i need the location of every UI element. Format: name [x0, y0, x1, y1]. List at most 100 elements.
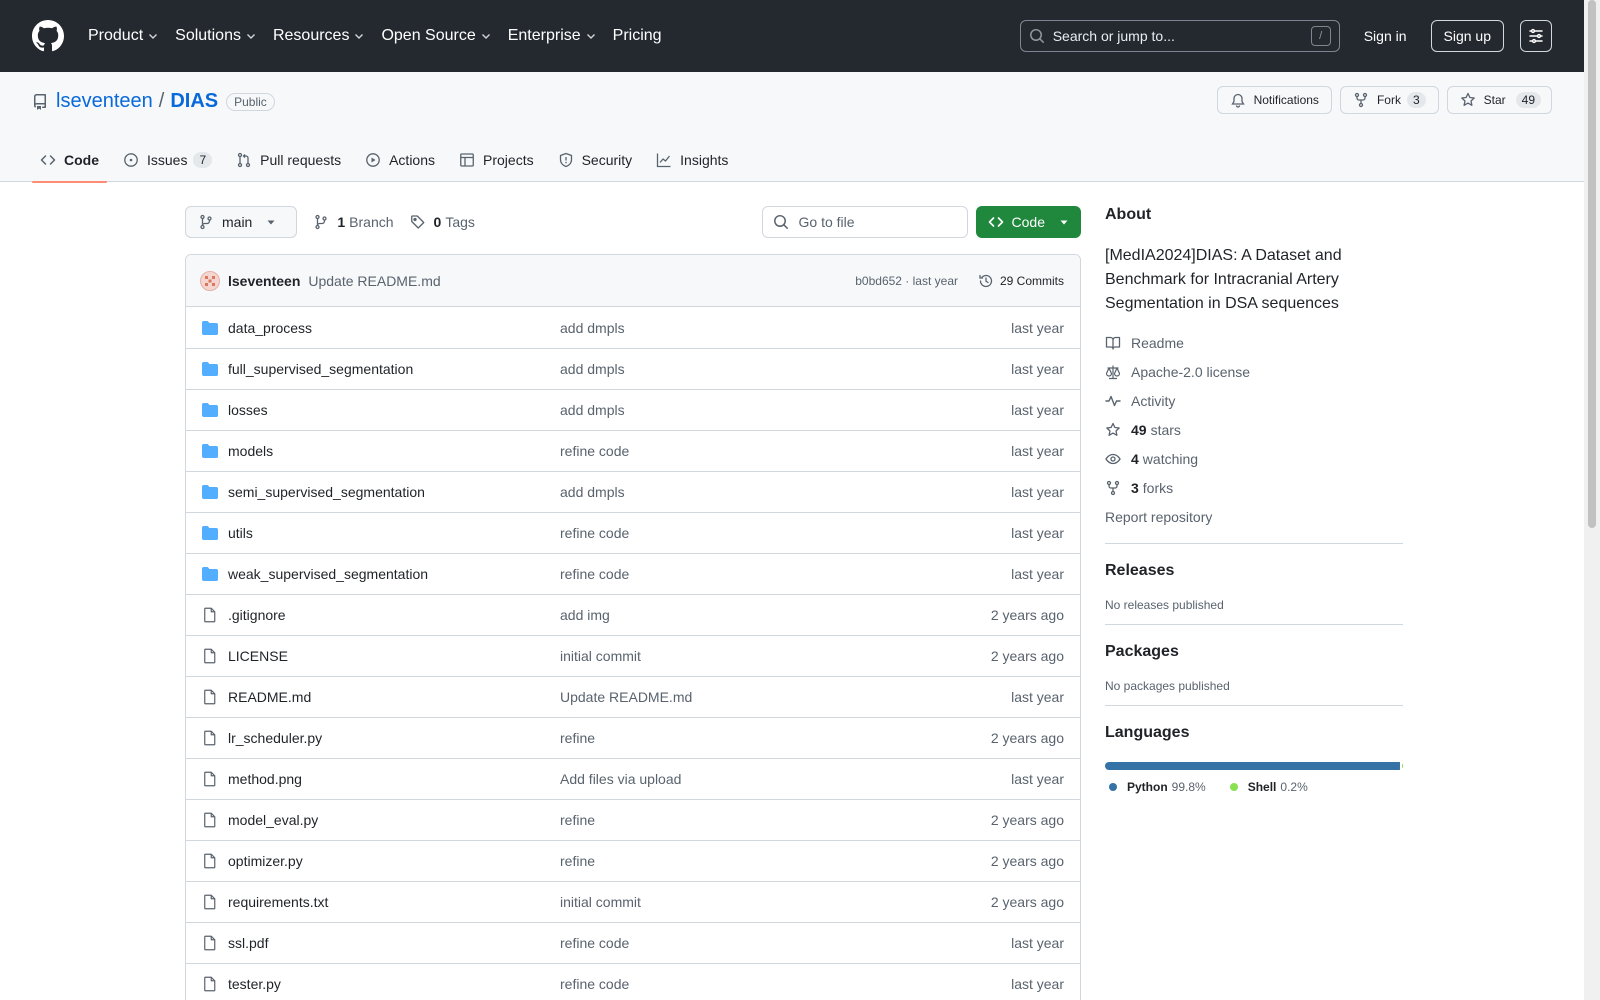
scrollbar-thumb[interactable] — [1588, 0, 1596, 528]
commit-message-link[interactable]: refine code — [560, 443, 629, 459]
commit-message-link[interactable]: refine — [560, 812, 595, 828]
file-icon — [204, 607, 216, 623]
global-nav-enterprise[interactable]: Enterprise — [508, 27, 597, 45]
directory-link[interactable]: losses — [228, 402, 560, 418]
global-nav-product[interactable]: Product — [88, 27, 159, 45]
tab-projects[interactable]: Projects — [451, 138, 542, 182]
language-legend: Python 99.8% Shell 0.2% — [1105, 780, 1403, 794]
code-download-button[interactable]: Code — [975, 206, 1081, 238]
tag-count: 0 — [433, 214, 442, 230]
notifications-button[interactable]: Notifications — [1216, 86, 1332, 114]
commit-message-cell: refine code — [560, 935, 1011, 951]
global-nav-label: Solutions — [175, 27, 241, 44]
commit-message-link[interactable]: initial commit — [560, 648, 641, 664]
global-nav-solutions[interactable]: Solutions — [175, 27, 257, 45]
commits-history-link[interactable]: 29 Commits — [978, 273, 1064, 289]
notifications-label: Notifications — [1253, 93, 1319, 107]
about-link-readme[interactable]: Readme — [1105, 328, 1403, 357]
commit-date: 2 years ago — [990, 648, 1064, 664]
tab-label: Pull requests — [260, 152, 342, 168]
file-link[interactable]: ssl.pdf — [228, 935, 560, 951]
global-nav-open-source[interactable]: Open Source — [381, 27, 491, 45]
commit-message-link[interactable]: add img — [560, 607, 610, 623]
commit-message-cell: add img — [560, 607, 991, 623]
commit-message-link[interactable]: refine code — [560, 525, 629, 541]
about-link-apache-2-0-license[interactable]: Apache-2.0 license — [1105, 357, 1403, 386]
file-link[interactable]: method.png — [228, 771, 560, 787]
chevron-down-icon — [246, 34, 255, 39]
file-link[interactable]: README.md — [228, 689, 560, 705]
commit-message-link[interactable]: add dmpls — [560, 402, 625, 418]
packages-section: Packages No packages published — [1105, 624, 1403, 693]
about-link-activity[interactable]: Activity — [1105, 386, 1403, 415]
sign-in-link[interactable]: Sign in — [1364, 28, 1407, 44]
sign-up-button[interactable]: Sign up — [1430, 20, 1504, 52]
packages-heading[interactable]: Packages — [1105, 643, 1403, 661]
star-button[interactable]: Star 49 — [1446, 86, 1552, 114]
file-table: lseventeen Update README.md b0bd652 · la… — [185, 254, 1081, 1000]
global-nav-pricing[interactable]: Pricing — [613, 27, 662, 45]
tab-pull-requests[interactable]: Pull requests — [228, 138, 349, 182]
global-search-input[interactable]: Search or jump to... / — [1019, 20, 1340, 52]
tab-insights[interactable]: Insights — [648, 138, 736, 182]
commit-author-link[interactable]: lseventeen — [228, 273, 300, 289]
commit-message-link[interactable]: refine code — [560, 976, 629, 992]
github-logo-icon[interactable] — [32, 20, 64, 52]
global-nav-resources[interactable]: Resources — [273, 27, 365, 45]
directory-link[interactable]: weak_supervised_segmentation — [228, 566, 560, 582]
tab-code[interactable]: Code — [32, 138, 107, 183]
directory-link[interactable]: semi_supervised_segmentation — [228, 484, 560, 500]
commit-message-link[interactable]: refine — [560, 730, 595, 746]
file-link[interactable]: .gitignore — [228, 607, 560, 623]
tab-security[interactable]: Security — [550, 138, 641, 182]
commit-message-link[interactable]: Add files via upload — [560, 771, 681, 787]
commit-message-link[interactable]: add dmpls — [560, 320, 625, 336]
page-scrollbar[interactable] — [1584, 0, 1600, 1000]
fork-button[interactable]: Fork 3 — [1339, 86, 1439, 114]
directory-link[interactable]: full_supervised_segmentation — [228, 361, 560, 377]
tags-link[interactable]: 0 Tags — [410, 214, 475, 230]
directory-link[interactable]: models — [228, 443, 560, 459]
table-row: requirements.txt initial commit 2 years ag… — [186, 881, 1080, 922]
language-python[interactable]: Python 99.8% — [1105, 780, 1206, 794]
commit-message-link[interactable]: refine code — [560, 935, 629, 951]
commit-message-link[interactable]: Update README.md — [560, 689, 692, 705]
file-link[interactable]: lr_scheduler.py — [228, 730, 560, 746]
file-link[interactable]: optimizer.py — [228, 853, 560, 869]
repo-name-link[interactable]: DIAS — [170, 90, 218, 113]
about-link-watching[interactable]: 4 watching — [1105, 444, 1403, 473]
repo-owner-link[interactable]: lseventeen — [56, 90, 153, 113]
commit-message-link[interactable]: initial commit — [560, 894, 641, 910]
go-to-file-input[interactable]: Go to file — [761, 206, 968, 238]
commit-message-link[interactable]: add dmpls — [560, 484, 625, 500]
fork-label: Fork — [1376, 93, 1401, 107]
avatar[interactable] — [200, 270, 220, 291]
releases-heading[interactable]: Releases — [1105, 562, 1403, 580]
branches-link[interactable]: 1 Branch — [313, 214, 394, 230]
about-count: 3 — [1131, 479, 1139, 496]
table-row: lr_scheduler.py refine 2 years ago — [186, 717, 1080, 758]
commit-message-link[interactable]: add dmpls — [560, 361, 625, 377]
about-link-stars[interactable]: 49 stars — [1105, 415, 1403, 444]
file-link[interactable]: tester.py — [228, 976, 560, 992]
language-shell[interactable]: Shell 0.2% — [1226, 780, 1308, 794]
branch-selector[interactable]: main — [185, 206, 298, 238]
file-link[interactable]: requirements.txt — [228, 894, 560, 910]
tag-icon — [410, 215, 424, 229]
file-link[interactable]: model_eval.py — [228, 812, 560, 828]
appearance-settings-button[interactable] — [1520, 20, 1552, 52]
commit-hash-time[interactable]: b0bd652 · last year — [855, 274, 958, 288]
tab-actions[interactable]: Actions — [357, 138, 443, 182]
directory-link[interactable]: utils — [228, 525, 560, 541]
about-link-forks[interactable]: 3 forks — [1105, 473, 1403, 502]
file-icon — [204, 853, 216, 869]
commit-message-link[interactable]: refine — [560, 853, 595, 869]
commit-message-link[interactable]: Update README.md — [308, 273, 440, 289]
global-nav-label: Pricing — [612, 27, 662, 44]
commit-message-link[interactable]: refine code — [560, 566, 629, 582]
search-icon — [773, 215, 788, 229]
report-repository-link[interactable]: Report repository — [1105, 502, 1403, 531]
file-link[interactable]: LICENSE — [228, 648, 560, 664]
tab-issues[interactable]: Issues 7 — [115, 138, 220, 182]
directory-link[interactable]: data_process — [228, 320, 560, 336]
